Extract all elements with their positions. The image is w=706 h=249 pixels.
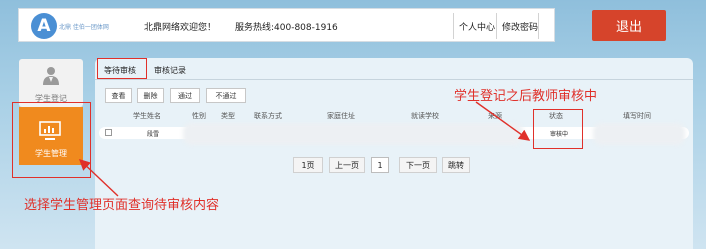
arrow-to-status: [475, 101, 531, 141]
annotation-arrows: [78, 101, 531, 197]
arrow-to-sidebar: [78, 159, 119, 197]
